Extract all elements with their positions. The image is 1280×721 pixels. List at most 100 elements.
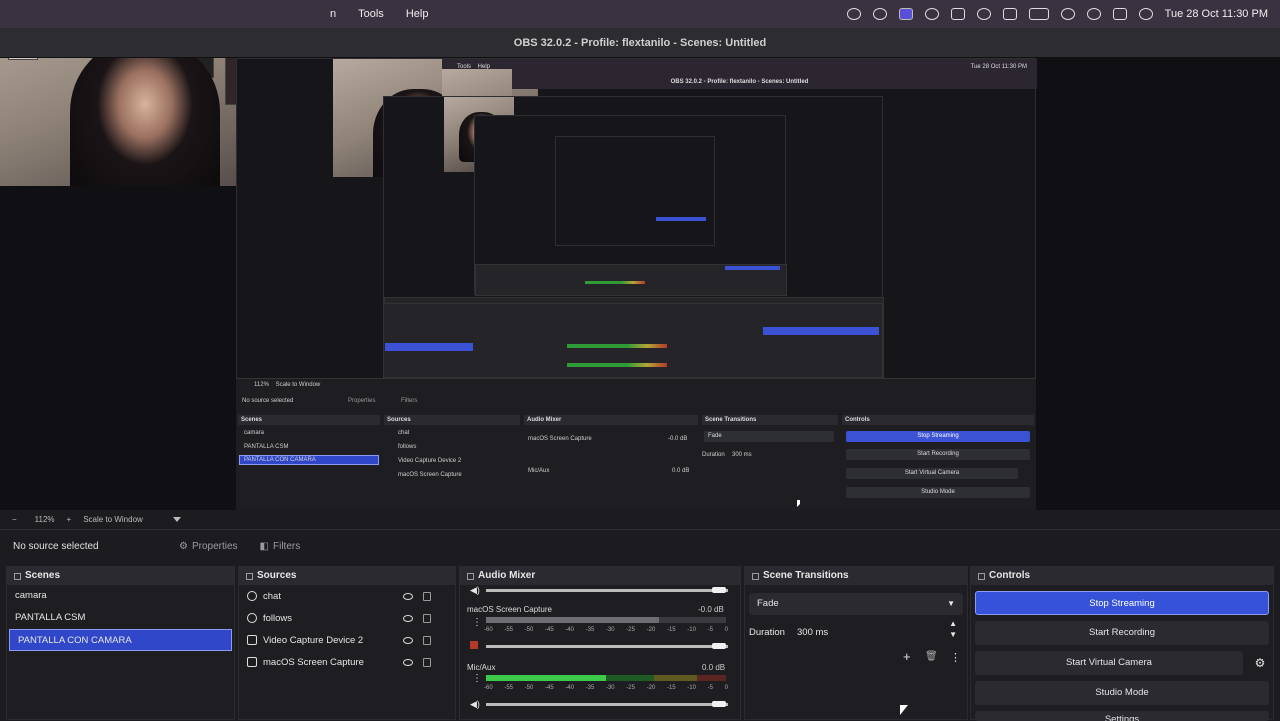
zoom-in-button[interactable]: + — [67, 515, 72, 524]
app-status-icon[interactable] — [924, 8, 939, 20]
search-icon[interactable] — [1086, 8, 1101, 20]
sources-title: Sources — [257, 570, 297, 581]
menubar-tray: Tue 28 Oct 11:30 PM — [846, 0, 1268, 28]
nested-scene-item: camara — [244, 430, 265, 436]
chevron-down-icon[interactable] — [172, 517, 181, 522]
menu-item-help[interactable]: Help — [406, 8, 429, 20]
transition-select[interactable]: Fade ▼ — [749, 593, 963, 615]
more-icon[interactable]: ⋮ — [472, 673, 482, 684]
record-status-icon[interactable] — [846, 8, 861, 20]
nested-start-virtual-camera: Start Virtual Camera — [846, 468, 1018, 479]
duration-label: Duration — [749, 627, 785, 638]
scene-item-pantalla-csm[interactable]: PANTALLA CSM — [7, 607, 234, 629]
screen-mirror-icon[interactable] — [898, 8, 913, 20]
speaker-icon[interactable]: ◀) — [470, 699, 480, 710]
scene-transitions-dock: Scene Transitions Fade ▼ Duration 300 ms… — [744, 566, 968, 720]
lock-icon[interactable] — [423, 591, 431, 601]
source-item-screen-capture[interactable]: macOS Screen Capture — [239, 651, 455, 673]
start-virtual-camera-button[interactable]: Start Virtual Camera — [975, 651, 1243, 675]
level-meter — [486, 675, 606, 681]
nested-source-item: follows — [398, 444, 417, 450]
nested-mixer-header: Audio Mixer — [524, 415, 698, 425]
nested-studio-mode: Studio Mode — [846, 487, 1030, 498]
no-source-label: No source selected — [13, 540, 99, 552]
filters-button[interactable]: ◧ Filters — [252, 535, 309, 557]
dock-grip-icon[interactable] — [752, 572, 759, 580]
battery-icon[interactable] — [1028, 8, 1049, 20]
studio-mode-button[interactable]: Studio Mode — [975, 681, 1269, 705]
source-item-video-capture[interactable]: Video Capture Device 2 — [239, 629, 455, 651]
scenes-header: Scenes — [7, 567, 234, 585]
duration-value: 300 ms — [797, 627, 829, 638]
menu-item-partial[interactable]: n — [330, 8, 336, 20]
nested-transition-select: Fade — [704, 431, 834, 442]
lock-icon[interactable] — [423, 635, 431, 645]
volume-slider[interactable] — [486, 703, 728, 706]
more-icon[interactable]: ⋮ — [950, 651, 961, 664]
meter-scale: -60 -55 -50 -45 -40 -35 -30 -25 -20 -15 -10 -5 0 — [484, 627, 728, 633]
monitor-icon — [247, 657, 257, 667]
start-recording-button[interactable]: Start Recording — [975, 621, 1269, 645]
mouse-cursor — [900, 705, 908, 715]
mute-icon[interactable] — [470, 641, 478, 649]
add-transition-button[interactable]: + — [903, 649, 911, 664]
volume-knob[interactable] — [712, 643, 726, 649]
volume-knob[interactable] — [712, 587, 726, 593]
gear-icon[interactable]: ⚙ — [1247, 656, 1273, 670]
nested-mixer-db: -0.0 dB — [668, 436, 688, 442]
scenes-dock: Scenes camara PANTALLA CSM PANTALLA CON … — [6, 566, 235, 720]
audio-mixer-title: Audio Mixer — [478, 570, 536, 581]
history-icon[interactable] — [976, 8, 991, 20]
volume-slider[interactable] — [486, 645, 728, 648]
source-label: Video Capture Device 2 — [263, 634, 364, 646]
controls-title: Controls — [989, 570, 1031, 581]
sources-header: Sources — [239, 567, 455, 585]
dock-grip-icon[interactable] — [246, 572, 253, 580]
duration-input[interactable]: 300 ms ▲ ▼ — [789, 619, 963, 644]
eye-icon[interactable] — [403, 614, 413, 622]
volume-knob[interactable] — [712, 701, 726, 707]
obs-icon[interactable] — [872, 8, 887, 20]
trash-icon[interactable]: 🗑 — [925, 651, 938, 662]
eye-icon[interactable] — [403, 636, 413, 644]
speaker-icon[interactable]: ◀) — [470, 585, 480, 596]
source-item-chat[interactable]: chat — [239, 585, 455, 607]
nested-properties: Properties — [348, 398, 376, 404]
more-icon[interactable]: ⋮ — [472, 617, 482, 628]
eye-icon[interactable] — [403, 658, 413, 666]
macos-menubar: n Tools Help Tue 28 Oct 11:30 PM — [0, 0, 1280, 28]
preview-canvas[interactable]: Tools Help Tue 28 Oct 11:30 PM OBS 32.0.… — [0, 58, 1280, 510]
filter-icon: ◧ — [259, 540, 269, 552]
source-item-follows[interactable]: follows — [239, 607, 455, 629]
menu-item-tools[interactable]: Tools — [358, 8, 384, 20]
properties-button[interactable]: ⚙ Properties — [171, 535, 246, 557]
scale-mode-select[interactable]: Scale to Window — [83, 515, 143, 524]
lock-icon[interactable] — [423, 657, 431, 667]
nested-sources-header: Sources — [384, 415, 520, 425]
nested-source-item: chat — [398, 430, 410, 436]
tree-icon[interactable] — [950, 8, 965, 20]
stop-streaming-button[interactable]: Stop Streaming — [975, 591, 1269, 615]
volume-slider-top[interactable] — [486, 589, 728, 592]
source-label: follows — [263, 612, 293, 624]
dock-grip-icon[interactable] — [978, 572, 985, 580]
stepper-icon[interactable]: ▲ ▼ — [949, 618, 957, 640]
eye-icon[interactable] — [403, 592, 413, 600]
mixer-channel-db: 0.0 dB — [702, 663, 726, 672]
sources-dock: Sources chat follows Video Capture Devic… — [238, 566, 456, 720]
lock-icon[interactable] — [423, 613, 431, 623]
gear-icon: ⚙ — [179, 540, 188, 552]
dock-grip-icon[interactable] — [467, 572, 474, 580]
zoom-out-button[interactable]: − — [12, 515, 17, 524]
clock[interactable]: Tue 28 Oct 11:30 PM — [1165, 8, 1268, 20]
wifi-icon[interactable] — [1060, 8, 1075, 20]
scene-item-camara[interactable]: camara — [7, 585, 234, 607]
mixer-channel-name: Mic/Aux — [467, 663, 496, 672]
nested-mixer-channel: Mic/Aux — [528, 468, 550, 474]
dock-grip-icon[interactable] — [14, 572, 21, 580]
scene-item-pantalla-con-camara[interactable]: PANTALLA CON CAMARA — [9, 629, 232, 651]
siri-icon[interactable] — [1138, 8, 1153, 20]
nested-zoom: 112% Scale to Window — [254, 382, 321, 388]
calendar-icon[interactable] — [1002, 8, 1017, 20]
control-center-icon[interactable] — [1112, 8, 1127, 20]
